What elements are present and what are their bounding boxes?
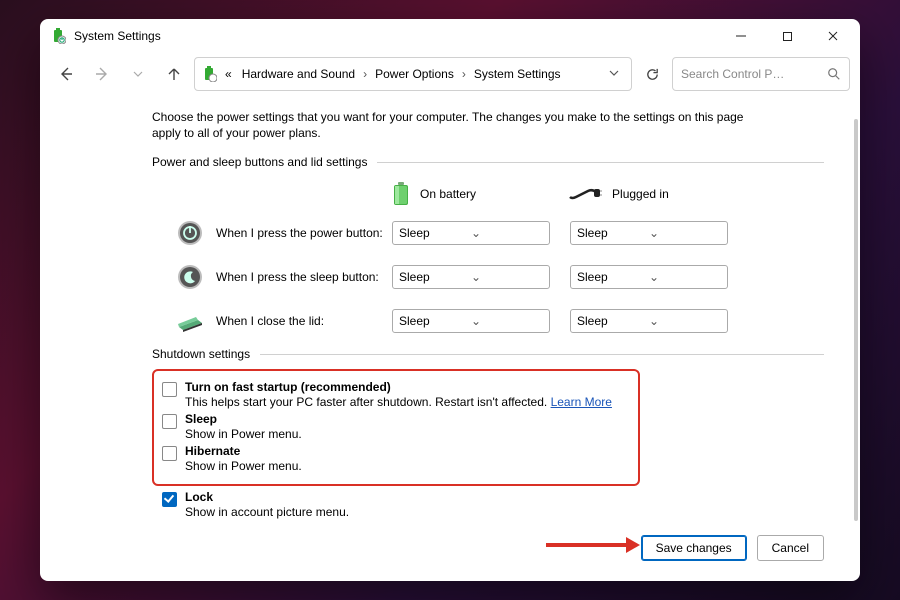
chevron-down-icon: ⌄ xyxy=(471,314,543,328)
control-panel-window: System Settings « Hardware and Sound › P… xyxy=(40,19,860,581)
save-changes-button[interactable]: Save changes xyxy=(641,535,747,561)
address-dropdown[interactable] xyxy=(603,67,625,81)
on-battery-header: On battery xyxy=(392,182,476,206)
chevron-down-icon: ⌄ xyxy=(649,314,721,328)
sleep-label: Sleep xyxy=(185,412,217,426)
search-placeholder: Search Control P… xyxy=(681,67,827,81)
back-button[interactable] xyxy=(50,58,82,90)
close-button[interactable] xyxy=(810,21,856,51)
hibernate-row: Hibernate Show in Power menu. xyxy=(162,444,630,473)
chevron-right-icon: › xyxy=(361,67,369,81)
sleep-button-icon xyxy=(176,263,204,291)
battery-icon xyxy=(392,182,410,206)
hibernate-checkbox[interactable] xyxy=(162,446,177,461)
chevron-down-icon: ⌄ xyxy=(649,270,721,284)
lid-battery-select[interactable]: Sleep⌄ xyxy=(392,309,550,333)
chevron-down-icon: ⌄ xyxy=(649,226,721,240)
power-button-battery-select[interactable]: Sleep⌄ xyxy=(392,221,550,245)
sleep-button-label: When I press the sleep button: xyxy=(216,270,392,284)
forward-button[interactable] xyxy=(86,58,118,90)
search-input[interactable]: Search Control P… xyxy=(672,57,850,91)
refresh-button[interactable] xyxy=(636,58,668,90)
chevron-down-icon: ⌄ xyxy=(471,226,543,240)
lock-label: Lock xyxy=(185,490,213,504)
hibernate-desc: Show in Power menu. xyxy=(185,459,302,473)
on-battery-label: On battery xyxy=(420,187,476,201)
annotation-arrow xyxy=(546,537,640,553)
section-title: Power and sleep buttons and lid settings xyxy=(152,155,377,169)
row-power-button: When I press the power button: Sleep⌄ Sl… xyxy=(152,211,824,255)
power-button-plugged-select[interactable]: Sleep⌄ xyxy=(570,221,728,245)
section-title: Shutdown settings xyxy=(152,347,260,361)
power-options-appicon xyxy=(201,66,217,82)
row-sleep-button: When I press the sleep button: Sleep⌄ Sl… xyxy=(152,255,824,299)
highlight-box: Turn on fast startup (recommended) This … xyxy=(152,369,640,486)
sleep-button-plugged-select[interactable]: Sleep⌄ xyxy=(570,265,728,289)
chevron-right-icon: › xyxy=(460,67,468,81)
minimize-button[interactable] xyxy=(718,21,764,51)
close-lid-icon xyxy=(176,307,204,335)
breadcrumb-root[interactable]: « xyxy=(221,65,236,83)
vertical-scrollbar[interactable] xyxy=(854,119,858,521)
window-title: System Settings xyxy=(74,29,161,43)
section-shutdown: Shutdown settings xyxy=(152,347,824,361)
sleep-row: Sleep Show in Power menu. xyxy=(162,412,630,441)
lock-row: Lock Show in account picture menu. xyxy=(162,490,824,519)
up-button[interactable] xyxy=(158,58,190,90)
power-button-label: When I press the power button: xyxy=(216,226,392,240)
titlebar: System Settings xyxy=(40,19,860,53)
cancel-button[interactable]: Cancel xyxy=(757,535,824,561)
search-icon xyxy=(827,67,841,81)
plugged-in-label: Plugged in xyxy=(612,187,669,201)
power-options-appicon xyxy=(50,28,66,44)
learn-more-link[interactable]: Learn More xyxy=(551,395,612,409)
sleep-desc: Show in Power menu. xyxy=(185,427,302,441)
breadcrumb-power-options[interactable]: Power Options xyxy=(371,65,458,83)
intro-text: Choose the power settings that you want … xyxy=(152,109,752,141)
sleep-checkbox[interactable] xyxy=(162,414,177,429)
lock-desc: Show in account picture menu. xyxy=(185,505,349,519)
hibernate-label: Hibernate xyxy=(185,444,240,458)
fast-startup-label: Turn on fast startup (recommended) xyxy=(185,380,391,394)
breadcrumb-system-settings[interactable]: System Settings xyxy=(470,65,565,83)
plugged-in-header: Plugged in xyxy=(568,187,669,201)
column-headers: On battery Plugged in xyxy=(152,177,824,211)
breadcrumb-hardware[interactable]: Hardware and Sound xyxy=(238,65,359,83)
plug-icon xyxy=(568,187,602,201)
footer-buttons: Save changes Cancel xyxy=(641,535,824,561)
fast-startup-row: Turn on fast startup (recommended) This … xyxy=(162,380,630,409)
chevron-down-icon: ⌄ xyxy=(471,270,543,284)
address-bar[interactable]: « Hardware and Sound › Power Options › S… xyxy=(194,57,632,91)
row-close-lid: When I close the lid: Sleep⌄ Sleep⌄ xyxy=(152,299,824,343)
maximize-button[interactable] xyxy=(764,21,810,51)
lid-plugged-select[interactable]: Sleep⌄ xyxy=(570,309,728,333)
section-power-sleep-lid: Power and sleep buttons and lid settings xyxy=(152,155,824,169)
fast-startup-checkbox[interactable] xyxy=(162,382,177,397)
power-button-icon xyxy=(176,219,204,247)
navbar: « Hardware and Sound › Power Options › S… xyxy=(40,53,860,95)
content-area: Choose the power settings that you want … xyxy=(40,95,860,581)
lock-checkbox[interactable] xyxy=(162,492,177,507)
recent-locations-dropdown[interactable] xyxy=(122,58,154,90)
sleep-button-battery-select[interactable]: Sleep⌄ xyxy=(392,265,550,289)
fast-startup-desc: This helps start your PC faster after sh… xyxy=(185,395,551,409)
close-lid-label: When I close the lid: xyxy=(216,314,392,328)
